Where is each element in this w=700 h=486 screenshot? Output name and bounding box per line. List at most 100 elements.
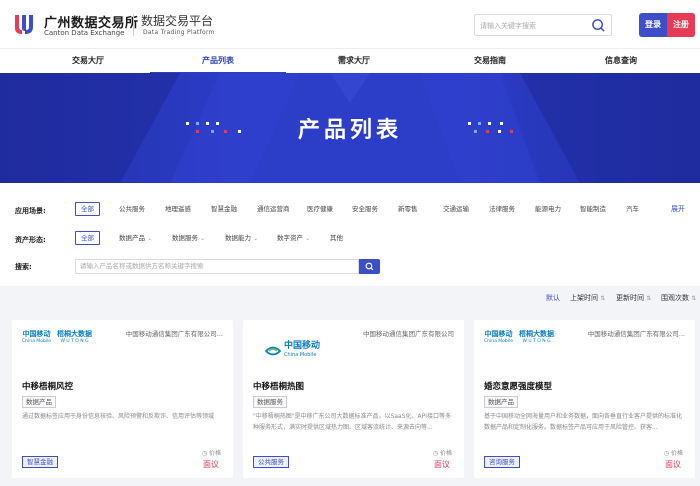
filter-asset-option[interactable]: 数字资产 ⌄	[277, 231, 310, 245]
filter-label-search: 搜索:	[15, 263, 32, 271]
keyword-search-button[interactable]	[359, 259, 380, 274]
filter-asset-option[interactable]: 数据服务 ⌄	[172, 231, 205, 245]
banner-title: 产品列表	[297, 118, 402, 143]
china-mobile-logo-sub: China Mobile	[22, 339, 52, 344]
filter-app-option[interactable]: 通信运营商	[257, 202, 290, 216]
filter-app-option[interactable]: 汽车	[626, 202, 639, 216]
filter-app-option[interactable]: 医疗健康	[307, 202, 333, 216]
filter-app-option[interactable]: 地理遥感	[165, 202, 191, 216]
wutong-logo-text: 梧桐大数据	[519, 330, 555, 338]
header-search	[474, 14, 612, 36]
card-scene-tag[interactable]: 咨询服务	[484, 456, 520, 468]
china-mobile-logo-sub: China Mobile	[484, 339, 514, 344]
china-mobile-logo-icon: 中国移动 China Mobile	[484, 330, 513, 346]
wutong-logo-sub: W U T O N G	[60, 339, 89, 344]
nav-trading-guide[interactable]: 交易指南	[422, 49, 558, 74]
filter-app-option[interactable]: 新零售	[398, 202, 418, 216]
nav-product-list[interactable]: 产品列表	[150, 49, 286, 74]
product-card[interactable]: 中国移动 China Mobile 梧桐大数据 W U T O N G 中国移动…	[12, 320, 233, 478]
chevron-down-icon: ⌄	[253, 235, 259, 242]
filter-app-option[interactable]: 交通运输	[443, 202, 469, 216]
logo-subtitle: Canton Data Exchange	[44, 29, 125, 37]
china-mobile-logo-icon	[265, 346, 281, 356]
price-label-text: 价格	[208, 450, 221, 457]
china-mobile-logo-sub: China Mobile	[284, 352, 317, 358]
china-mobile-logo-text: 中国移动	[284, 341, 321, 351]
wutong-logo-icon: 梧桐大数据 W U T O N G	[519, 330, 554, 346]
sort-bar: 默认 上架时间 ⇅ 更新时间 ⇅ 围观次数 ⇅	[0, 286, 700, 308]
price-icon: ◷	[201, 450, 208, 457]
filter-app-option[interactable]: 智能制造	[580, 202, 606, 216]
filter-asset-label: 数据能力	[225, 234, 251, 242]
sort-views[interactable]: 围观次数 ⇅	[661, 293, 696, 303]
login-button[interactable]: 登录	[639, 13, 667, 37]
register-button[interactable]: 注册	[667, 13, 695, 37]
expand-link[interactable]: 展开	[671, 204, 685, 214]
filter-app-option[interactable]: 法律服务	[489, 202, 515, 216]
logo-divider	[133, 14, 134, 36]
nav-demand-hall[interactable]: 需求大厅	[286, 49, 422, 74]
card-scene-tag[interactable]: 公共服务	[253, 456, 289, 468]
auth-buttons: 登录 注册	[639, 13, 695, 37]
card-title[interactable]: 中移梧桐风控	[22, 380, 73, 392]
wutong-logo-sub: W U T O N G	[522, 339, 551, 344]
header: 广州数据交易所 Canton Data Exchange 数据交易平台 Data…	[0, 0, 700, 48]
sort-listing-time[interactable]: 上架时间 ⇅	[570, 293, 605, 303]
sort-arrow-icon: ⇅	[691, 295, 697, 302]
card-type-badge: 数据产品	[484, 396, 518, 408]
canton-logo-icon[interactable]	[12, 12, 36, 36]
filter-app-all[interactable]: 全部	[75, 202, 100, 216]
filter-asset-all[interactable]: 全部	[75, 231, 100, 245]
china-mobile-logo-text: 中国移动	[484, 330, 513, 338]
chevron-down-icon: ⌄	[305, 235, 311, 242]
filter-label-application: 应用场景:	[15, 207, 46, 215]
chevron-down-icon: ⌄	[147, 235, 153, 242]
card-logos: 中国移动 China Mobile	[265, 342, 320, 360]
filter-app-option[interactable]: 智慧金融	[211, 202, 237, 216]
card-price-label: ◷ 价格	[433, 448, 452, 457]
sort-label: 围观次数	[661, 294, 689, 302]
filter-app-option[interactable]: 公共服务	[119, 202, 145, 216]
filter-label-asset: 资产形态:	[15, 236, 46, 244]
card-company: 中国移动通信集团广东有限公司...	[587, 330, 685, 338]
product-card[interactable]: 中国移动 China Mobile 中国移动通信集团广东有限公司 中移梧桐热图 …	[243, 320, 464, 478]
filter-asset-option[interactable]: 其他	[330, 231, 343, 245]
filter-asset-option[interactable]: 数据产品 ⌄	[119, 231, 152, 245]
nav-info-query[interactable]: 信息查询	[553, 49, 689, 74]
price-icon: ◷	[432, 450, 439, 457]
wutong-logo-icon: 梧桐大数据 W U T O N G	[57, 330, 92, 346]
platform-title: 数据交易平台	[141, 14, 214, 28]
card-price: 面议	[665, 460, 681, 469]
card-description: "中移梧桐热图"是中移广东公司大数据标准产品，以SaaS化、API接口等多种服务…	[253, 413, 451, 431]
filter-app-option[interactable]: 能源电力	[535, 202, 561, 216]
filter-asset-label: 数据产品	[119, 234, 145, 242]
card-scene-tag[interactable]: 智慧金融	[22, 456, 58, 468]
platform-subtitle: Data Trading Platform	[143, 29, 215, 36]
sort-arrow-icon: ⇅	[600, 295, 606, 302]
header-search-input[interactable]	[480, 18, 585, 33]
card-price: 面议	[434, 460, 450, 469]
card-title[interactable]: 中移梧桐热图	[253, 380, 304, 392]
card-type-badge: 数据产品	[22, 396, 56, 408]
filter-asset-option[interactable]: 数据能力 ⌄	[225, 231, 258, 245]
china-mobile-logo-icon: 中国移动 China Mobile	[22, 330, 51, 346]
search-icon[interactable]	[591, 18, 606, 33]
sort-arrow-icon: ⇅	[646, 295, 652, 302]
product-card[interactable]: 中国移动 China Mobile 梧桐大数据 W U T O N G 中国移动…	[474, 320, 695, 478]
card-type-badge: 数据服务	[253, 396, 287, 408]
price-label-text: 价格	[439, 450, 452, 457]
card-logos: 中国移动 China Mobile 梧桐大数据 W U T O N G	[484, 330, 554, 346]
price-icon: ◷	[663, 450, 670, 457]
card-company: 中国移动通信集团广东有限公司...	[125, 330, 223, 338]
card-description: 基于中国移动全网海量用户和业务数据，面向各垂直行业客户提供的标准化数据产品和定制…	[484, 413, 683, 431]
keyword-search-input[interactable]: 请输入产品名称或数据供方名称关键字搜索	[75, 259, 359, 274]
card-price-label: ◷ 价格	[202, 448, 221, 457]
card-title[interactable]: 婚恋意愿强度模型	[484, 380, 552, 392]
sort-default[interactable]: 默认	[546, 293, 560, 303]
filter-app-option[interactable]: 安全服务	[352, 202, 378, 216]
sort-label: 上架时间	[570, 294, 598, 302]
card-price-label: ◷ 价格	[664, 448, 683, 457]
sort-update-time[interactable]: 更新时间 ⇅	[616, 293, 651, 303]
nav-trading-hall[interactable]: 交易大厅	[20, 49, 156, 74]
sort-label: 更新时间	[616, 294, 644, 302]
